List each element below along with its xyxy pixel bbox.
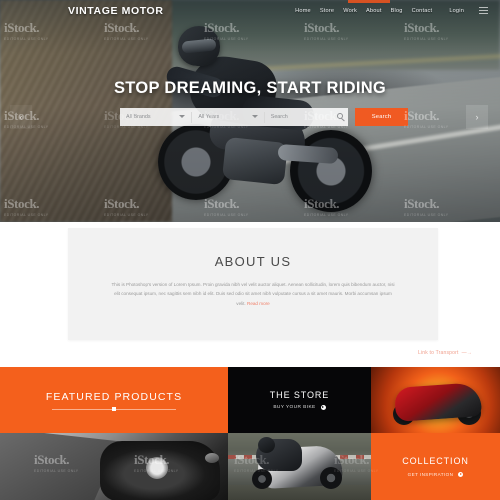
about-transport-link-label: Link to Transport: [417, 350, 459, 356]
search-input-placeholder: Search: [270, 114, 288, 120]
year-select[interactable]: All Years: [192, 108, 263, 126]
webpage-mockup: VINTAGE MOTOR Home Store Work About Blog…: [0, 0, 500, 500]
featured-products-panel[interactable]: FEATURED PRODUCTS: [0, 367, 228, 433]
the-store-title: THE STORE: [269, 390, 330, 400]
play-arrow-icon: [320, 405, 326, 410]
about-transport-link[interactable]: Link to Transport —→: [418, 350, 472, 356]
search-button[interactable]: Search: [355, 108, 408, 126]
header-accent-stripe: [348, 0, 390, 3]
collection-panel[interactable]: COLLECTION GET INSPIRATION: [371, 433, 500, 500]
site-header: VINTAGE MOTOR Home Store Work About Blog…: [0, 0, 500, 22]
nav-item-login[interactable]: Login: [449, 8, 464, 14]
nav-item-home[interactable]: Home: [295, 8, 311, 14]
featured-products-title: FEATURED PRODUCTS: [45, 390, 183, 403]
read-more-link[interactable]: Read more: [247, 301, 270, 306]
nav-item-about[interactable]: About: [366, 8, 382, 14]
vintage-bike-image[interactable]: [0, 433, 228, 500]
red-sport-bike: [393, 382, 483, 422]
hero-search-bar: All Brands All Years Search: [120, 108, 348, 126]
brand-logo[interactable]: VINTAGE MOTOR: [68, 5, 164, 17]
headlamp: [146, 457, 168, 479]
about-title: ABOUT US: [214, 254, 292, 269]
the-store-panel[interactable]: THE STORE BUY YOUR BIKE: [228, 367, 371, 433]
nav-item-work[interactable]: Work: [343, 8, 357, 14]
about-section: ABOUT US This is Photoshop's version of …: [0, 222, 500, 367]
race-track-image[interactable]: [228, 433, 371, 500]
arrow-right-icon: —→: [461, 350, 472, 356]
collection-subtitle-row: GET INSPIRATION: [408, 472, 464, 477]
about-body: This is Photoshop's version of Lorem Ips…: [110, 280, 396, 308]
side-mirror: [205, 453, 219, 463]
nav-item-blog[interactable]: Blog: [391, 8, 403, 14]
chevron-down-icon: [251, 115, 258, 118]
nav-item-contact[interactable]: Contact: [412, 8, 433, 14]
sport-bike-image-panel[interactable]: [371, 367, 500, 433]
search-icon: [336, 113, 343, 119]
chevron-down-icon: [179, 115, 186, 118]
play-arrow-icon: [458, 472, 464, 477]
hamburger-bar: [479, 12, 488, 14]
collection-title: COLLECTION: [402, 456, 469, 466]
the-store-subtitle-row: BUY YOUR BIKE: [273, 405, 326, 410]
hamburger-bar: [479, 7, 488, 9]
front-wheel: [252, 469, 272, 489]
brand-select[interactable]: All Brands: [120, 108, 191, 126]
about-card: ABOUT US This is Photoshop's version of …: [68, 228, 438, 340]
hero-headline: STOP DREAMING, START RIDING: [113, 79, 387, 97]
brand-select-value: All Brands: [126, 114, 151, 120]
featured-products-divider: [52, 407, 176, 411]
carousel-next-arrow-icon[interactable]: ›: [466, 105, 488, 129]
collection-subtitle: GET INSPIRATION: [407, 472, 454, 477]
year-select-value: All Years: [198, 114, 220, 120]
rear-wheel: [320, 467, 342, 489]
carousel-prev-arrow-icon[interactable]: ‹: [10, 105, 32, 129]
main-navigation: Home Store Work About Blog Contact Login: [295, 7, 488, 14]
nav-item-store[interactable]: Store: [320, 8, 334, 14]
racer-helmet: [258, 437, 275, 453]
promo-panels: FEATURED PRODUCTS THE STORE BUY YOUR BIK…: [0, 367, 500, 500]
the-store-subtitle: BUY YOUR BIKE: [273, 405, 316, 410]
hamburger-menu-icon[interactable]: [479, 7, 488, 14]
hamburger-bar: [479, 9, 488, 12]
search-input[interactable]: Search: [265, 108, 348, 126]
